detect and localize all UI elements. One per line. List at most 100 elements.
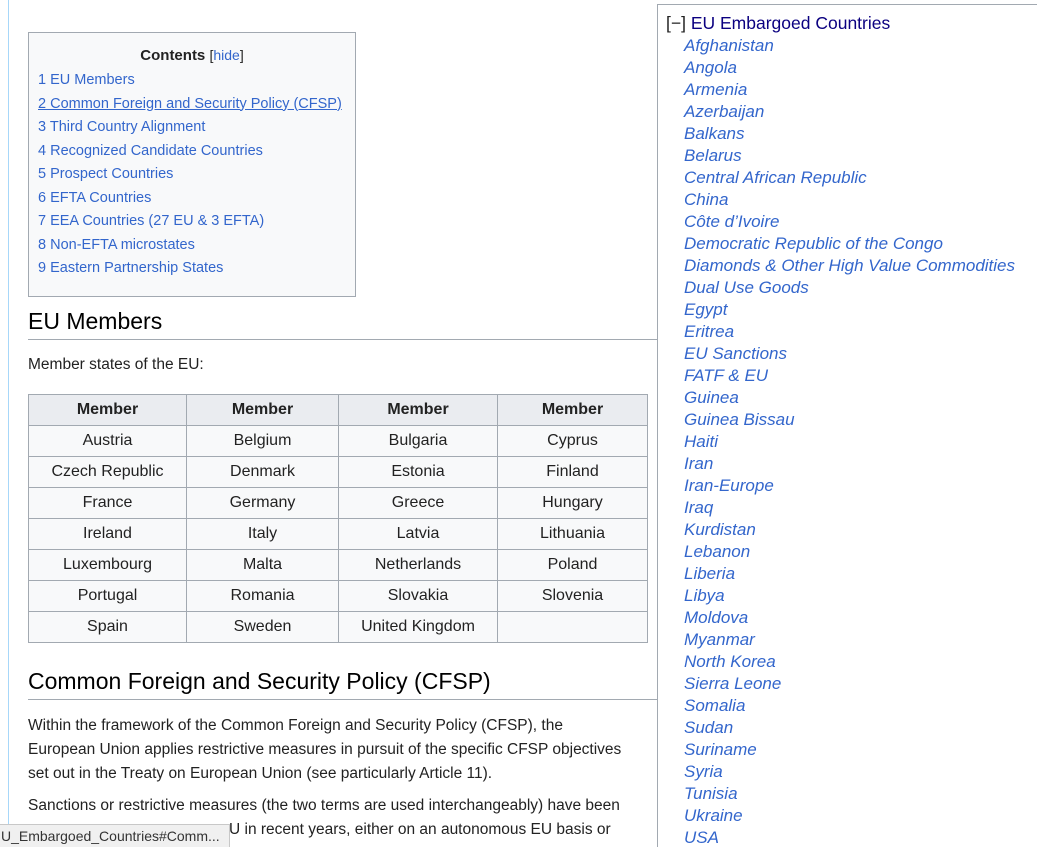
table-cell: Belgium — [186, 425, 339, 457]
table-cell: Malta — [186, 549, 339, 581]
table-cell: Portugal — [28, 580, 187, 612]
toc-item[interactable]: 2 Common Foreign and Security Policy (CF… — [38, 96, 342, 120]
navbox-link[interactable]: Eritrea — [684, 321, 1015, 343]
navbox-link[interactable]: Kurdistan — [684, 519, 1015, 541]
table-cell — [497, 611, 648, 643]
table-cell: Latvia — [338, 518, 498, 550]
navbox-link[interactable]: EU Sanctions — [684, 343, 1015, 365]
navbox-link[interactable]: Angola — [684, 57, 1015, 79]
navbox-link[interactable]: FATF & EU — [684, 365, 1015, 387]
table-cell: Czech Republic — [28, 456, 187, 488]
navbox-link[interactable]: Iran — [684, 453, 1015, 475]
navbox-link[interactable]: Balkans — [684, 123, 1015, 145]
navbox-link[interactable]: Tunisia — [684, 783, 1015, 805]
browser-status-bar: U_Embargoed_Countries#Comm... — [0, 824, 230, 847]
navbox-link[interactable]: China — [684, 189, 1015, 211]
toc-item[interactable]: 8 Non-EFTA microstates — [38, 237, 342, 261]
column-header: Member — [338, 394, 498, 426]
toc-hide-link[interactable]: hide — [213, 47, 239, 63]
navbox-link[interactable]: Lebanon — [684, 541, 1015, 563]
toc-item[interactable]: 1 EU Members — [38, 72, 342, 96]
cfsp-heading: Common Foreign and Security Policy (CFSP… — [28, 668, 657, 700]
table-cell: Lithuania — [497, 518, 648, 550]
toc-item[interactable]: 9 Eastern Partnership States — [38, 260, 342, 284]
column-header: Member — [497, 394, 648, 426]
navbox-link[interactable]: Central African Republic — [684, 167, 1015, 189]
navbox-link[interactable]: Sierra Leone — [684, 673, 1015, 695]
navbox-link[interactable]: Côte d’Ivoire — [684, 211, 1015, 233]
navbox-link[interactable]: Guinea — [684, 387, 1015, 409]
table-row: Portugal Romania Slovakia Slovenia — [28, 580, 648, 612]
navbox-link[interactable]: Dual Use Goods — [684, 277, 1015, 299]
eu-members-table: Member Member Member Member Austria Belg… — [28, 394, 648, 643]
table-row: Ireland Italy Latvia Lithuania — [28, 518, 648, 550]
toc-hide-toggle[interactable]: [hide] — [209, 47, 243, 63]
table-cell: Luxembourg — [28, 549, 187, 581]
navbox-link[interactable]: Armenia — [684, 79, 1015, 101]
toc-item[interactable]: 5 Prospect Countries — [38, 166, 342, 190]
table-cell: Hungary — [497, 487, 648, 519]
toc-item[interactable]: 6 EFTA Countries — [38, 190, 342, 214]
table-cell: Sweden — [186, 611, 339, 643]
table-cell: Greece — [338, 487, 498, 519]
navbox-link[interactable]: Moldova — [684, 607, 1015, 629]
table-cell: Slovenia — [497, 580, 648, 612]
navbox-link[interactable]: Diamonds & Other High Value Commodities — [684, 255, 1015, 277]
table-cell: Austria — [28, 425, 187, 457]
navbox-link[interactable]: Belarus — [684, 145, 1015, 167]
text-line: European Union applies restrictive measu… — [28, 741, 622, 758]
navbox-link[interactable]: Somalia — [684, 695, 1015, 717]
toc-item[interactable]: 7 EEA Countries (27 EU & 3 EFTA) — [38, 213, 342, 237]
table-cell: Spain — [28, 611, 187, 643]
navbox-link[interactable]: Democratic Republic of the Congo — [684, 233, 1015, 255]
cfsp-paragraph-1: Within the framework of the Common Forei… — [28, 714, 648, 786]
column-header: Member — [186, 394, 339, 426]
table-cell: Netherlands — [338, 549, 498, 581]
toc-title: Contents — [140, 47, 206, 64]
toc-item[interactable]: 4 Recognized Candidate Countries — [38, 143, 342, 167]
navbox-link[interactable]: Afghanistan — [684, 35, 1015, 57]
table-row: Czech Republic Denmark Estonia Finland — [28, 456, 648, 488]
navbox-link[interactable]: Liberia — [684, 563, 1015, 585]
collapse-toggle[interactable]: [−] — [666, 13, 686, 33]
table-cell: Estonia — [338, 456, 498, 488]
table-cell: Slovakia — [338, 580, 498, 612]
toc-list: 1 EU Members 2 Common Foreign and Securi… — [38, 72, 342, 284]
navbox-link[interactable]: Myanmar — [684, 629, 1015, 651]
table-cell: United Kingdom — [338, 611, 498, 643]
navbox-link[interactable]: North Korea — [684, 651, 1015, 673]
navbox-link[interactable]: Syria — [684, 761, 1015, 783]
table-cell: Bulgaria — [338, 425, 498, 457]
table-cell: Finland — [497, 456, 648, 488]
navbox-title[interactable]: EU Embargoed Countries — [691, 13, 890, 33]
text-line: set out in the Treaty on European Union … — [28, 765, 493, 782]
navbox-link[interactable]: Guinea Bissau — [684, 409, 1015, 431]
navbox-link[interactable]: Ukraine — [684, 805, 1015, 827]
table-row: Luxembourg Malta Netherlands Poland — [28, 549, 648, 581]
navbox-link[interactable]: USA — [684, 827, 1015, 849]
navbox-link[interactable]: Egypt — [684, 299, 1015, 321]
navbox-link[interactable]: Libya — [684, 585, 1015, 607]
table-cell: Germany — [186, 487, 339, 519]
navbox-link[interactable]: Azerbaijan — [684, 101, 1015, 123]
left-border — [8, 0, 9, 847]
text-line: Within the framework of the Common Forei… — [28, 717, 563, 734]
navbox-title-bar: [−] EU Embargoed Countries — [666, 13, 890, 34]
navbox-link[interactable]: Suriname — [684, 739, 1015, 761]
table-cell: Cyprus — [497, 425, 648, 457]
table-header-row: Member Member Member Member — [28, 394, 648, 426]
column-header: Member — [28, 394, 187, 426]
navbox-link[interactable]: Iraq — [684, 497, 1015, 519]
table-cell: Poland — [497, 549, 648, 581]
table-cell: Denmark — [186, 456, 339, 488]
navbox-link[interactable]: Sudan — [684, 717, 1015, 739]
table-cell: Romania — [186, 580, 339, 612]
table-row: Spain Sweden United Kingdom — [28, 611, 648, 643]
navbox-link[interactable]: Iran-Europe — [684, 475, 1015, 497]
navbox-list: Afghanistan Angola Armenia Azerbaijan Ba… — [684, 35, 1015, 849]
table-cell: Ireland — [28, 518, 187, 550]
navbox-link[interactable]: Haiti — [684, 431, 1015, 453]
toc-item[interactable]: 3 Third Country Alignment — [38, 119, 342, 143]
table-row: Austria Belgium Bulgaria Cyprus — [28, 425, 648, 457]
eu-members-heading: EU Members — [28, 308, 657, 340]
